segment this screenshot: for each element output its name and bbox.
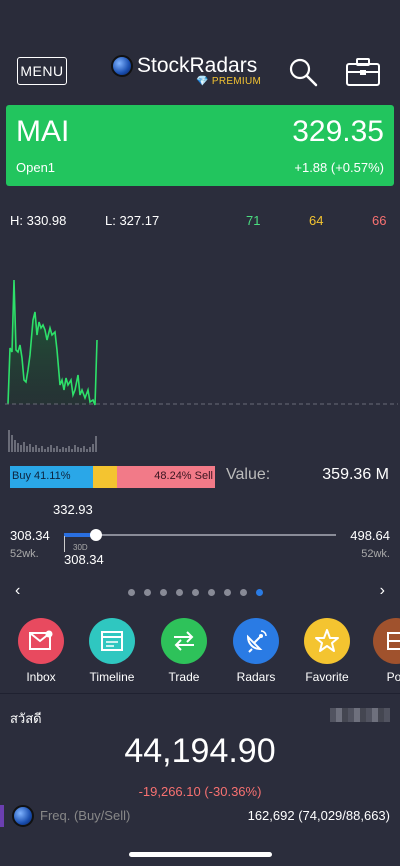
menu-button[interactable]: MENU xyxy=(17,57,67,85)
search-icon[interactable] xyxy=(288,57,318,87)
sell-portion: 48.24% Sell xyxy=(117,466,215,488)
volume-bars xyxy=(8,430,97,452)
neutral-portion xyxy=(93,466,117,488)
trade-value: 359.36 M xyxy=(322,466,389,483)
app-label: Favorite xyxy=(305,670,349,684)
stat-red: 66 xyxy=(372,213,387,228)
app-label: Por xyxy=(386,670,400,684)
page-dots xyxy=(128,589,263,596)
app-radars[interactable]: Radars xyxy=(226,618,286,684)
page-dot[interactable] xyxy=(192,589,199,596)
index-change: -19,266.10 (-30.36%) xyxy=(138,784,262,799)
stock-symbol: MAI xyxy=(16,115,70,148)
globe-logo-icon xyxy=(12,805,34,827)
buy-sell-bar: Buy 41.11% 48.24% Sell xyxy=(10,466,215,488)
app-shortcuts: Inbox Timeline Trade Radars Favorite Por xyxy=(0,618,400,688)
portfolio-icon xyxy=(373,618,400,664)
brand-name: StockRadars xyxy=(137,54,258,77)
index-value: 44,194.90 xyxy=(124,732,276,770)
frequency-label: Freq. (Buy/Sell) xyxy=(40,808,131,823)
low-price: L: 327.17 xyxy=(105,213,160,228)
premium-label: PREMIUM xyxy=(211,76,262,87)
home-indicator[interactable] xyxy=(129,852,272,857)
page-dot[interactable] xyxy=(128,589,135,596)
swap-icon xyxy=(161,618,207,664)
market-summary[interactable]: สวัสดี 44,194.90 -19,266.10 (-30.36%) Fr… xyxy=(0,700,400,830)
app-favorite[interactable]: Favorite xyxy=(297,618,357,684)
range-thumb[interactable] xyxy=(90,529,102,541)
market-session: Open1 xyxy=(16,160,56,175)
blurred-username xyxy=(330,708,390,722)
premium-badge: 💎 PREMIUM xyxy=(196,76,262,87)
section-divider xyxy=(0,693,400,694)
app-label: Inbox xyxy=(26,670,56,684)
app-inbox[interactable]: Inbox xyxy=(11,618,71,684)
range-high-label: 52wk. xyxy=(361,548,390,560)
app-label: Radars xyxy=(236,670,276,684)
greeting-text: สวัสดี xyxy=(10,711,42,726)
window-icon xyxy=(89,618,135,664)
page-dot[interactable] xyxy=(176,589,183,596)
page-dot[interactable] xyxy=(144,589,151,596)
star-icon xyxy=(304,618,350,664)
page-dot[interactable] xyxy=(256,589,263,596)
side-accent xyxy=(0,805,4,827)
app-header: MENU StockRadars 💎 PREMIUM xyxy=(0,0,400,100)
chevron-left-icon[interactable]: ‹ xyxy=(15,582,20,600)
chevron-right-icon[interactable]: › xyxy=(380,582,385,600)
quote-card[interactable]: MAI 329.35 Open1 +1.88 (+0.57%) xyxy=(6,105,394,186)
buy-portion: Buy 41.11% xyxy=(10,466,93,488)
app-timeline[interactable]: Timeline xyxy=(82,618,142,684)
range-track xyxy=(64,534,336,536)
high-price: H: 330.98 xyxy=(10,213,67,228)
satellite-icon xyxy=(233,618,279,664)
stat-yellow: 64 xyxy=(309,213,324,228)
page-dot[interactable] xyxy=(160,589,167,596)
current-price-label: 332.93 xyxy=(53,502,93,517)
page-dot[interactable] xyxy=(208,589,215,596)
mail-icon xyxy=(18,618,64,664)
frequency-value: 162,692 (74,029/88,663) xyxy=(247,808,390,823)
range-low: 308.34 xyxy=(10,528,50,543)
app-trade[interactable]: Trade xyxy=(154,618,214,684)
page-dot[interactable] xyxy=(240,589,247,596)
intraday-chart[interactable] xyxy=(0,240,400,460)
range-high: 498.64 xyxy=(350,528,390,543)
price-change: +1.88 (+0.57%) xyxy=(294,160,384,175)
page-dot[interactable] xyxy=(224,589,231,596)
globe-logo-icon xyxy=(111,55,133,77)
page-indicator: ‹ › xyxy=(0,582,400,602)
briefcase-icon[interactable] xyxy=(345,57,381,87)
value-label: Value: xyxy=(226,466,271,483)
app-label: Timeline xyxy=(89,670,135,684)
thirty-day-marker xyxy=(64,536,65,552)
app-label: Trade xyxy=(168,670,200,684)
stat-green: 71 xyxy=(246,213,261,228)
thirty-day-label: 30D xyxy=(73,543,88,552)
app-portfolio[interactable]: Por xyxy=(366,618,400,684)
price-range-slider: 332.93 308.34 498.64 52wk. 52wk. 30D 308… xyxy=(0,498,400,568)
price-area xyxy=(8,280,97,405)
brand-logo: StockRadars xyxy=(111,54,257,78)
thirty-day-value: 308.34 xyxy=(64,552,104,567)
range-low-label: 52wk. xyxy=(10,548,39,560)
stock-price: 329.35 xyxy=(292,115,384,148)
